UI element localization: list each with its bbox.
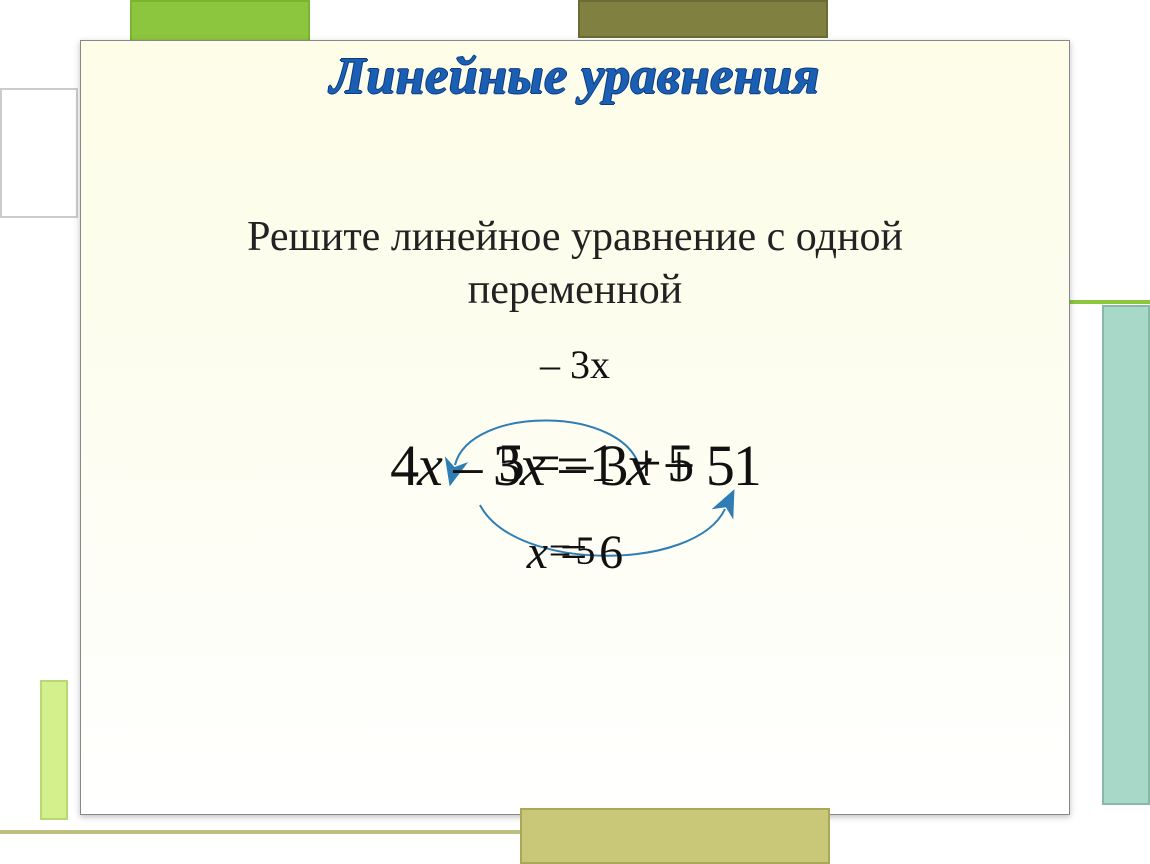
subtitle-line1: Решите линейное уравнение с одной [247, 214, 903, 260]
decor-rect-olive-top [578, 0, 828, 38]
math-above: – 3x [81, 341, 1069, 388]
decor-rect-teal-right [1102, 305, 1150, 805]
slide-title: Линейные уравнения [81, 47, 1069, 106]
decor-rect-olive-bottom [520, 808, 830, 864]
decor-rect-white-left [0, 88, 78, 218]
slide-stage: Линейные уравнения Решите линейное уравн… [0, 0, 1150, 864]
math-area: – 3x 4x – 3x = 3x + 51 5 = –1 + 5 [81, 341, 1069, 580]
decor-rect-lime-left [40, 680, 68, 820]
math-result: x = 6 = 5 [81, 525, 1069, 580]
subtitle-line2: переменной [468, 267, 682, 313]
slide-subtitle: Решите линейное уравнение с одной переме… [81, 211, 1069, 316]
slide-body: Линейные уравнения Решите линейное уравн… [80, 40, 1070, 815]
math-main-equation: 4x – 3x = 3x + 51 5 = –1 + 5 [390, 432, 760, 499]
decor-rule-olive [0, 830, 520, 834]
